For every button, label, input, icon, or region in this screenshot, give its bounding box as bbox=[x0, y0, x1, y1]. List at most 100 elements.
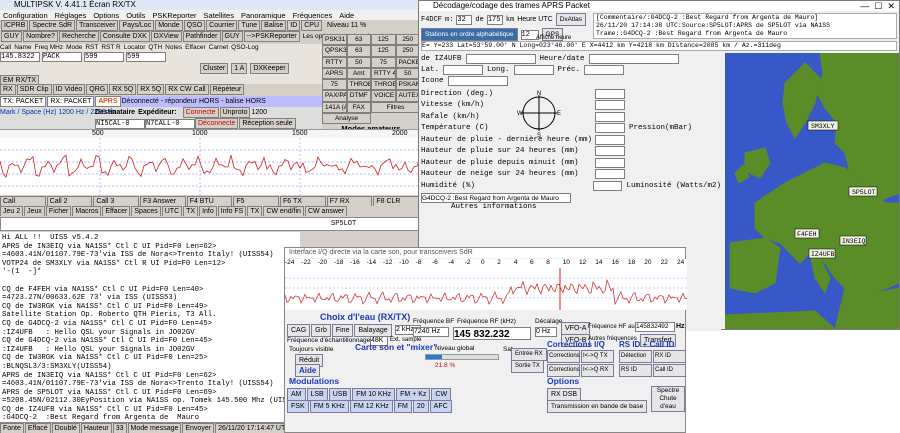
repeteur-button[interactable]: Répéteur bbox=[209, 84, 245, 95]
aprs-row-field-5[interactable] bbox=[595, 146, 625, 157]
corr-btn-0[interactable]: Corrections RX bbox=[547, 350, 590, 363]
mode-17[interactable]: THROB bbox=[346, 79, 371, 91]
aprs-row-field-2[interactable] bbox=[595, 111, 625, 122]
lat-field[interactable] bbox=[443, 64, 484, 75]
menu-item-0[interactable]: Configuration bbox=[3, 11, 48, 20]
date-field[interactable] bbox=[588, 53, 679, 64]
bottom-item-0[interactable]: Fonte bbox=[0, 423, 24, 433]
toolbar1-button-8[interactable]: Balise bbox=[261, 20, 287, 31]
mode-15[interactable]: 50 bbox=[395, 67, 420, 79]
toolbar2-button-3[interactable]: Consulte DXK bbox=[99, 31, 150, 42]
prec-field[interactable] bbox=[584, 64, 625, 75]
menu-item-6[interactable]: Panoramique bbox=[241, 11, 286, 20]
fkey2-5[interactable]: Spaces bbox=[131, 206, 161, 216]
src-field[interactable]: NI5CAL-0 bbox=[95, 118, 145, 129]
aprs-row-field-4[interactable] bbox=[595, 134, 625, 145]
sdr-btn-1[interactable]: Grb bbox=[311, 324, 331, 337]
mode-6[interactable]: 125 bbox=[371, 45, 396, 57]
mod2-btn-5[interactable]: AFC bbox=[429, 400, 452, 413]
toolbar1-button-1[interactable]: Spectre SdR bbox=[29, 20, 76, 31]
log-header-10[interactable]: Carnet bbox=[209, 44, 229, 51]
de-field[interactable] bbox=[465, 53, 536, 64]
mod2-btn-3[interactable]: FM bbox=[393, 400, 412, 413]
mode-1[interactable]: 63 bbox=[346, 34, 371, 46]
io-button-1[interactable]: SDR Clip bbox=[16, 84, 52, 95]
aprs-row-field-7[interactable] bbox=[595, 169, 625, 180]
sortie-button[interactable]: Sortie TX bbox=[511, 360, 544, 373]
fkey2-12[interactable]: CW answer bbox=[304, 206, 348, 216]
toolbar2-button-2[interactable]: Recherche bbox=[58, 31, 99, 42]
io-button-5[interactable]: RX 5Q bbox=[137, 84, 165, 95]
mode-10[interactable]: 75 bbox=[371, 56, 396, 68]
log-field-2[interactable]: 599 bbox=[84, 52, 124, 62]
rx-only-button[interactable]: Réception seule bbox=[239, 118, 296, 129]
menu-item-7[interactable]: Fréquences bbox=[293, 11, 333, 20]
fkey-5[interactable]: F5 bbox=[233, 196, 280, 206]
fkey-7[interactable]: F7 RX bbox=[326, 196, 373, 206]
mode-btn-0[interactable]: Filtres bbox=[371, 101, 420, 113]
mode-btn-1[interactable]: Analyse bbox=[322, 112, 371, 124]
sdr-btn-0[interactable]: CAG bbox=[287, 324, 311, 337]
bottom-item-5[interactable]: Mode message bbox=[127, 423, 182, 433]
fkey2-9[interactable]: Info FS bbox=[217, 206, 247, 216]
bottom-item-1[interactable]: Effacé bbox=[24, 423, 51, 433]
fkey2-8[interactable]: Info bbox=[199, 206, 217, 216]
menu-item-5[interactable]: Satellites bbox=[204, 11, 234, 20]
toolbar1-button-4[interactable]: Monde bbox=[155, 20, 183, 31]
transmission-button[interactable]: Transmission en bande de base bbox=[547, 400, 648, 413]
aprs-row-field-6[interactable] bbox=[595, 157, 625, 168]
mode-2[interactable]: 125 bbox=[371, 34, 396, 46]
mod2-btn-2[interactable]: FM 12 KHz bbox=[349, 400, 393, 413]
aprs-row-field-8[interactable] bbox=[592, 180, 623, 191]
aprs-de-field[interactable]: 175 bbox=[486, 14, 503, 25]
mode-5[interactable]: 63 bbox=[346, 45, 371, 57]
mode-12[interactable]: APRS bbox=[322, 67, 347, 79]
bottom-item-7[interactable]: 26/11/20 17:14:47 UTC bbox=[215, 423, 294, 433]
icone-field[interactable] bbox=[447, 75, 508, 86]
toolbar1-button-10[interactable]: CPU bbox=[301, 20, 323, 31]
io-button-4[interactable]: RX 5Q bbox=[109, 84, 137, 95]
aprs-row-field-1[interactable] bbox=[595, 100, 625, 111]
fkey2-10[interactable]: TX bbox=[247, 206, 263, 216]
spectre-button[interactable]: Spectre Chute d'eau bbox=[651, 386, 685, 412]
mode-7[interactable]: 250 bbox=[395, 45, 420, 57]
toolbar2-button-1[interactable]: Nombre? bbox=[23, 31, 58, 42]
rsid-btn-1[interactable]: RX ID bbox=[653, 350, 686, 363]
mod2-btn-4[interactable]: 20 bbox=[412, 400, 429, 413]
menu-item-3[interactable]: Outils bbox=[126, 11, 145, 20]
freq-rf-value[interactable]: 145 832.232 bbox=[453, 327, 531, 340]
decalage-value[interactable]: 0 Hz bbox=[535, 327, 557, 337]
toolbar1-button-0[interactable]: ICPRB bbox=[1, 20, 29, 31]
rsid-btn-3[interactable]: Call ID bbox=[653, 364, 686, 377]
fkey2-6[interactable]: UTC bbox=[161, 206, 183, 216]
toolbar1-button-3[interactable]: Pays/Loc bbox=[119, 20, 155, 31]
freq-bf-value[interactable]: 7240 Hz bbox=[413, 327, 449, 337]
log-row2-0[interactable]: Cluster bbox=[200, 63, 229, 74]
bottom-item-2[interactable]: Doublé bbox=[51, 423, 80, 433]
dxatlas-button[interactable]: DxAtlas bbox=[555, 13, 587, 26]
toolbar2-button-5[interactable]: Pathfinder bbox=[182, 31, 221, 42]
rsid-btn-2[interactable]: RS ID bbox=[619, 364, 652, 377]
fkey2-4[interactable]: Effacer bbox=[102, 206, 131, 216]
toolbar1-button-6[interactable]: Courrier bbox=[206, 20, 238, 31]
mode-23[interactable]: AUTEX bbox=[395, 90, 420, 102]
log-row2-1[interactable]: 1 A bbox=[231, 63, 248, 74]
log-header-9[interactable]: Effacer bbox=[185, 44, 205, 51]
fkey2-11[interactable]: CW end/fin bbox=[263, 206, 304, 216]
io-button-2[interactable]: ID Vidéo bbox=[52, 84, 86, 95]
menu-item-4[interactable]: PSKReporter bbox=[152, 11, 196, 20]
rsid-btn-0[interactable]: Détection bbox=[619, 350, 652, 363]
fkey-8[interactable]: F8 CLR bbox=[373, 196, 420, 206]
bottom-item-6[interactable]: Envoyer bbox=[182, 423, 215, 433]
toolbar2-button-0[interactable]: GUY bbox=[1, 31, 23, 42]
fkey-3[interactable]: F3 Answer bbox=[140, 196, 186, 206]
mode-14[interactable]: RTTY 45 bbox=[371, 67, 396, 79]
mode-16[interactable]: 75 bbox=[322, 79, 347, 91]
fkey2-7[interactable]: TX bbox=[183, 206, 199, 216]
disconnect-button[interactable]: Déconnecte bbox=[195, 118, 239, 129]
dst-field[interactable]: N7CALL-0 bbox=[145, 118, 195, 129]
corr-btn-3[interactable]: I<->Q RX bbox=[581, 364, 614, 377]
fkey2-3[interactable]: Macros bbox=[72, 206, 102, 216]
station-list-button[interactable]: Stations en ordre alphabétique bbox=[421, 28, 518, 41]
tx-area[interactable]: SP5LOT bbox=[0, 217, 420, 231]
